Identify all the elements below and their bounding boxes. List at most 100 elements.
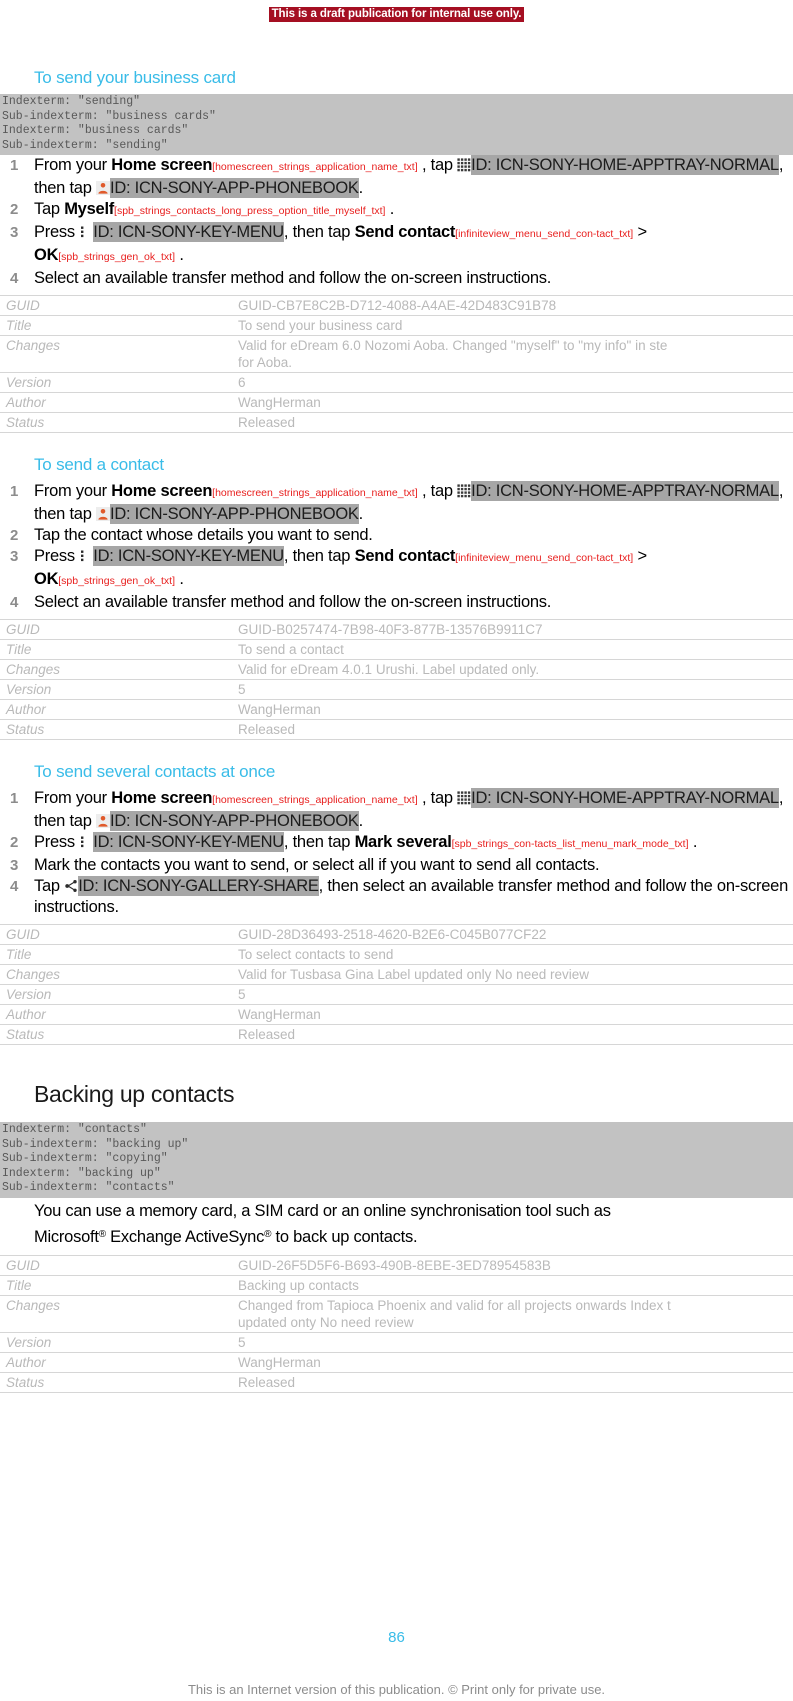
metadata-value: Valid for eDream 6.0 Nozomi Aoba. Change… [232,335,793,373]
apptray-grid-icon [457,157,471,172]
metadata-table: GUID GUID-28D36493-2518-4620-B2E6-C045B07… [0,924,793,1045]
step-item: 3 Press ID: ICN-SONY-KEY-MENU, then tap S… [0,546,793,592]
step-text: From your [34,482,112,500]
metadata-key: Version [0,679,232,700]
metadata-key: Author [0,1351,232,1373]
metadata-value: Released [232,719,793,740]
apptray-grid-icon [457,483,471,498]
table-row: Version 5 [0,1331,793,1353]
step-text: Tap the contact whose details you want t… [34,526,373,544]
step-text: . [175,246,184,264]
metadata-key: Title [0,639,232,660]
metadata-value: WangHerman [232,699,793,720]
apptray-grid-icon [457,790,471,805]
metadata-key: Status [0,719,232,740]
metadata-key: Changes [0,964,232,985]
metadata-value: Valid for Tusbasa Gina Label updated onl… [232,964,793,985]
metadata-value: 6 [232,372,793,393]
step-list: 1 From your Home screen[homescreen_string… [0,155,793,289]
metadata-table: GUID GUID-26F5D5F6-B693-490B-8EBE-3ED7895… [0,1254,793,1393]
step-item: 2 Tap the contact whose details you want … [0,525,793,546]
icon-id-reference: ID: ICN-SONY-KEY-MENU [93,222,284,242]
metadata-key: Changes [0,659,232,680]
icon-id-reference: ID: ICN-SONY-KEY-MENU [93,546,284,566]
metadata-value: GUID-CB7E8C2B-D712-4088-A4AE-42D483C91B7… [232,295,793,316]
step-number: 1 [10,790,19,807]
step-text: Press [34,223,80,241]
step-item: 3 Mark the contacts you want to send, or … [0,855,793,876]
metadata-value: Backing up contacts [232,1274,793,1296]
icon-id-reference: ID: ICN-SONY-APP-PHONEBOOK [109,504,359,524]
menu-key-icon [79,224,93,238]
step-text: Press [34,547,80,565]
metadata-key: Version [0,1331,232,1353]
table-row: Changes Changed from Tapioca Phoenix and … [0,1294,793,1333]
step-text: > [633,223,648,241]
metadata-value: 5 [232,1331,793,1353]
step-ui-label: OK [34,246,59,264]
step-number: 2 [10,834,19,851]
metadata-value: 5 [232,679,793,700]
step-item: 4 Tap ID: ICN-SONY-GALLERY-SHARE, then se… [0,876,793,918]
metadata-key: Changes [0,1294,232,1333]
metadata-value: To send your business card [232,315,793,336]
step-number: 1 [10,483,19,500]
string-token: [homescreen_strings_application_name_txt… [212,161,418,173]
top-spacer [0,22,793,58]
step-item: 1 From your Home screen[homescreen_string… [0,788,793,832]
step-item: 1 From your Home screen[homescreen_string… [0,481,793,525]
step-text: > [633,547,648,565]
step-number: 4 [10,270,19,287]
step-item: 1 From your Home screen[homescreen_string… [0,155,793,199]
chapter-indexterm-block: Indexterm: "contacts" Sub-indexterm: "ba… [0,1122,793,1198]
share-icon [64,878,78,892]
table-row: GUID GUID-28D36493-2518-4620-B2E6-C045B07… [0,924,793,945]
table-row: Changes Valid for eDream 4.0.1 Urushi. La… [0,659,793,680]
metadata-value: To select contacts to send [232,944,793,965]
metadata-key: Version [0,984,232,1005]
draft-banner: This is a draft publication for internal… [0,0,793,22]
step-item: 4 Select an available transfer method and… [0,592,793,613]
metadata-key: GUID [0,924,232,945]
footer-legal-text: This is an Internet version of this publ… [187,1682,606,1697]
step-text: Press [34,833,80,851]
table-row: Author WangHerman [0,1351,793,1373]
step-number: 4 [10,878,19,895]
string-token: [infiniteview_menu_send_con-tact_txt] [455,552,634,564]
metadata-value: GUID-26F5D5F6-B693-490B-8EBE-3ED78954583… [232,1254,793,1276]
chapter-paragraph: You can use a memory card, a SIM card or… [34,1200,793,1249]
metadata-value: WangHerman [232,392,793,413]
document-page: This is a draft publication for internal… [0,0,793,1701]
metadata-key: Status [0,1371,232,1393]
string-token: [homescreen_strings_application_name_txt… [212,487,418,499]
step-ui-label: Send contact [354,223,456,241]
step-number: 1 [10,157,19,174]
table-row: Author WangHerman [0,1004,793,1025]
metadata-key: Author [0,699,232,720]
step-text: . [358,179,364,197]
table-row: Version 5 [0,679,793,700]
step-text: Tap [34,877,65,895]
step-text: Mark the contacts you want to send, or s… [34,856,600,874]
registered-mark-icon: ® [98,1228,106,1240]
string-token: [spb_strings_con-tacts_list_menu_mark_mo… [451,838,689,850]
metadata-value: WangHerman [232,1004,793,1025]
table-row: Author WangHerman [0,392,793,413]
table-row: Changes Valid for Tusbasa Gina Label upda… [0,964,793,985]
table-row: Title To select contacts to send [0,944,793,965]
step-text: , tap [417,156,458,174]
section-indexterm-block: Indexterm: "sending" Sub-indexterm: "bus… [0,94,793,155]
step-text: , tap [417,789,458,807]
metadata-value: Released [232,1024,793,1045]
icon-id-reference: ID: ICN-SONY-HOME-APPTRAY-NORMAL [471,155,779,175]
metadata-key: Title [0,944,232,965]
icon-id-reference: ID: ICN-SONY-APP-PHONEBOOK [109,178,359,198]
table-row: Status Released [0,412,793,433]
step-text: . [358,812,364,830]
phonebook-person-icon [95,506,110,521]
step-text: . [385,200,395,218]
metadata-value: Released [232,1371,793,1393]
table-row: Version 5 [0,984,793,1005]
metadata-key: Status [0,412,232,433]
step-text: Tap [34,200,65,218]
